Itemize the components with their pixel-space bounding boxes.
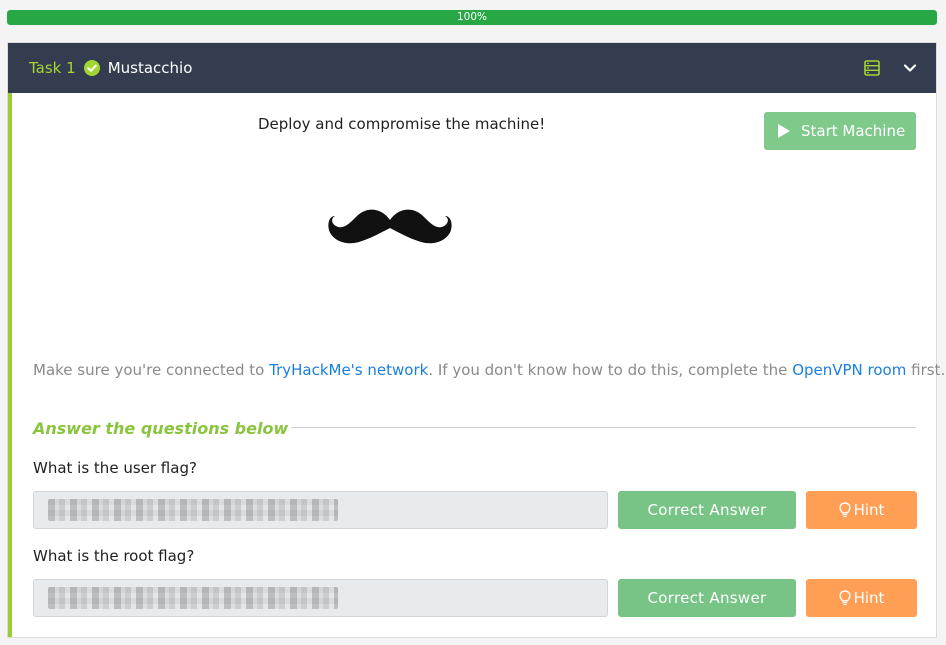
start-machine-button[interactable]: Start Machine	[764, 112, 916, 150]
answer-1-field[interactable]	[33, 491, 608, 529]
answers-divider	[291, 427, 916, 428]
task-number: Task 1	[29, 59, 76, 77]
question-1-text: What is the user flag?	[33, 459, 197, 477]
connect-suffix: first.	[906, 361, 946, 379]
check-circle-icon	[83, 60, 100, 76]
hint-1-button[interactable]: Hint	[806, 491, 917, 529]
progress-label: 100%	[456, 11, 488, 23]
correct-answer-2-button[interactable]: Correct Answer	[618, 579, 796, 617]
task-header[interactable]: Task 1 Mustacchio	[8, 43, 936, 93]
task-title: Mustacchio	[107, 59, 193, 77]
chevron-down-icon[interactable]	[902, 60, 918, 76]
connect-middle: . If you don't know how to do this, comp…	[428, 361, 793, 379]
progress-bar: 100%	[7, 10, 937, 25]
hint-2-label: Hint	[853, 589, 885, 607]
hint-2-button[interactable]: Hint	[806, 579, 917, 617]
mustache-icon	[327, 208, 453, 250]
task-card: Task 1 Mustacchio Deploy and compromise …	[7, 42, 945, 638]
progress-fill: 100%	[7, 10, 937, 25]
answer-2-field[interactable]	[33, 579, 608, 617]
task-instruction: Deploy and compromise the machine!	[258, 115, 546, 133]
openvpn-room-link[interactable]: OpenVPN room	[792, 361, 906, 379]
task-body: Deploy and compromise the machine! Start…	[8, 93, 945, 637]
correct-answer-1-button[interactable]: Correct Answer	[618, 491, 796, 529]
lightbulb-icon	[838, 502, 851, 518]
tryhackme-network-link[interactable]: TryHackMe's network	[269, 361, 428, 379]
connect-instructions: Make sure you're connected to TryHackMe'…	[33, 361, 945, 379]
server-icon[interactable]	[863, 59, 881, 77]
play-icon	[777, 123, 791, 139]
answer-1-blurred-value	[48, 499, 338, 521]
connect-prefix: Make sure you're connected to	[33, 361, 270, 379]
hint-1-label: Hint	[853, 501, 885, 519]
start-machine-label: Start Machine	[801, 122, 906, 140]
answer-2-blurred-value	[48, 587, 338, 609]
question-2-text: What is the root flag?	[33, 547, 195, 565]
answers-heading: Answer the questions below	[33, 419, 289, 438]
lightbulb-icon	[838, 590, 851, 606]
